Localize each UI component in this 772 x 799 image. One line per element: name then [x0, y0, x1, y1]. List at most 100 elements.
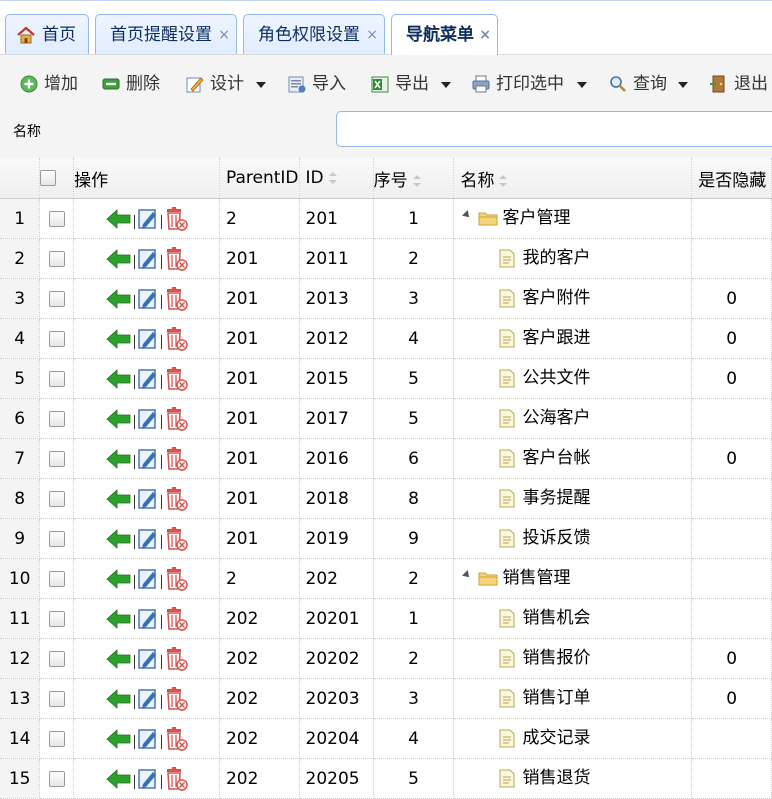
name-column-header[interactable]: 名称: [453, 158, 693, 199]
edit-icon[interactable]: [137, 247, 159, 271]
row-checkbox[interactable]: [48, 690, 65, 707]
select-all-checkbox[interactable]: [40, 170, 57, 186]
parentid-cell: 201: [219, 238, 300, 279]
move-up-arrow-icon[interactable]: [105, 447, 132, 471]
row-checkbox[interactable]: [48, 490, 65, 507]
edit-icon[interactable]: [137, 207, 159, 231]
delete-trash-icon[interactable]: [164, 766, 188, 792]
table-row[interactable]: 14 202 20204 4 成交记录: [0, 718, 772, 759]
table-row[interactable]: 2 201 2011 2 我的客户: [0, 238, 772, 279]
tree-collapse-toggle-icon[interactable]: [462, 570, 473, 580]
move-up-arrow-icon[interactable]: [105, 407, 132, 431]
move-up-arrow-icon[interactable]: [105, 487, 132, 511]
id-column-header[interactable]: ID: [299, 158, 374, 199]
edit-icon[interactable]: [137, 687, 159, 711]
file-icon: [499, 289, 515, 308]
edit-icon[interactable]: [137, 367, 159, 391]
chevron-down-icon[interactable]: [256, 82, 266, 88]
move-up-arrow-icon[interactable]: [105, 607, 132, 631]
delete-trash-icon[interactable]: [164, 566, 188, 592]
table-row[interactable]: 4 201 2012 4 客户跟进 0: [0, 318, 772, 359]
table-row[interactable]: 10 2 202 2 销售管理: [0, 558, 772, 599]
chevron-down-icon[interactable]: [678, 82, 688, 88]
row-checkbox[interactable]: [48, 730, 65, 747]
tab-role-permission[interactable]: 角色权限设置 ×: [243, 14, 385, 54]
delete-trash-icon[interactable]: [164, 366, 188, 392]
row-checkbox[interactable]: [48, 610, 65, 627]
delete-trash-icon[interactable]: [164, 446, 188, 472]
table-row[interactable]: 11 202 20201 1 销售机会: [0, 598, 772, 639]
table-row[interactable]: 6 201 2017 5 公海客户: [0, 398, 772, 439]
row-checkbox[interactable]: [48, 290, 65, 307]
delete-trash-icon[interactable]: [164, 726, 188, 752]
delete-trash-icon[interactable]: [164, 606, 188, 632]
delete-trash-icon[interactable]: [164, 406, 188, 432]
edit-icon[interactable]: [137, 607, 159, 631]
table-row[interactable]: 8 201 2018 8 事务提醒: [0, 478, 772, 519]
move-up-arrow-icon[interactable]: [105, 207, 132, 231]
edit-icon[interactable]: [137, 527, 159, 551]
move-up-arrow-icon[interactable]: [105, 767, 132, 791]
edit-icon[interactable]: [137, 487, 159, 511]
row-checkbox[interactable]: [48, 210, 65, 227]
delete-trash-icon[interactable]: [164, 646, 188, 672]
move-up-arrow-icon[interactable]: [105, 687, 132, 711]
delete-trash-icon[interactable]: [164, 686, 188, 712]
table-row[interactable]: 5 201 2015 5 公共文件 0: [0, 358, 772, 399]
delete-trash-icon[interactable]: [164, 286, 188, 312]
edit-icon[interactable]: [137, 327, 159, 351]
table-row[interactable]: 15 202 20205 5 销售退货: [0, 758, 772, 799]
chevron-down-icon[interactable]: [441, 82, 451, 88]
chevron-down-icon[interactable]: [577, 82, 587, 88]
row-checkbox[interactable]: [48, 370, 65, 387]
row-checkbox[interactable]: [48, 330, 65, 347]
edit-icon[interactable]: [137, 567, 159, 591]
edit-icon[interactable]: [137, 287, 159, 311]
table-row[interactable]: 3 201 2013 3 客户附件 0: [0, 278, 772, 319]
table-row[interactable]: 12 202 20202 2 销售报价 0: [0, 638, 772, 679]
edit-icon[interactable]: [137, 727, 159, 751]
move-up-arrow-icon[interactable]: [105, 727, 132, 751]
move-up-arrow-icon[interactable]: [105, 327, 132, 351]
row-checkbox[interactable]: [48, 410, 65, 427]
row-checkbox[interactable]: [48, 530, 65, 547]
row-checkbox[interactable]: [48, 250, 65, 267]
move-up-arrow-icon[interactable]: [105, 567, 132, 591]
move-up-arrow-icon[interactable]: [105, 287, 132, 311]
seq-column-header[interactable]: 序号: [373, 158, 455, 199]
hidden-column-header[interactable]: 是否隐藏: [691, 158, 772, 199]
delete-trash-icon[interactable]: [164, 206, 188, 232]
move-up-arrow-icon[interactable]: [105, 247, 132, 271]
table-row[interactable]: 13 202 20203 3 销售订单 0: [0, 678, 772, 719]
tree-collapse-toggle-icon[interactable]: [462, 210, 473, 220]
search-icon: [610, 76, 626, 92]
edit-icon[interactable]: [137, 647, 159, 671]
delete-trash-icon[interactable]: [164, 526, 188, 552]
edit-icon[interactable]: [137, 407, 159, 431]
row-checkbox[interactable]: [48, 450, 65, 467]
row-checkbox[interactable]: [48, 770, 65, 787]
close-icon[interactable]: ×: [366, 15, 378, 55]
close-icon[interactable]: ×: [218, 15, 230, 55]
search-name-input[interactable]: [336, 111, 772, 147]
tab-home-reminder[interactable]: 首页提醒设置 ×: [95, 14, 237, 54]
move-up-arrow-icon[interactable]: [105, 647, 132, 671]
table-row[interactable]: 1 2 201 1 客户管理: [0, 198, 772, 239]
tab-home[interactable]: 首页: [5, 14, 89, 54]
row-checkbox[interactable]: [48, 570, 65, 587]
tab-nav-menu[interactable]: 导航菜单 ×: [391, 14, 498, 55]
parentid-column-header[interactable]: ParentID: [219, 158, 300, 199]
close-icon[interactable]: ×: [479, 15, 491, 55]
table-row[interactable]: 7 201 2016 6 客户台帐 0: [0, 438, 772, 479]
edit-icon[interactable]: [137, 447, 159, 471]
row-checkbox[interactable]: [48, 650, 65, 667]
delete-trash-icon[interactable]: [164, 246, 188, 272]
delete-trash-icon[interactable]: [164, 326, 188, 352]
move-up-arrow-icon[interactable]: [105, 527, 132, 551]
table-row[interactable]: 9 201 2019 9 投诉反馈: [0, 518, 772, 559]
edit-icon[interactable]: [137, 767, 159, 791]
seq-cell: 5: [373, 758, 455, 799]
hidden-cell: [691, 198, 772, 239]
delete-trash-icon[interactable]: [164, 486, 188, 512]
move-up-arrow-icon[interactable]: [105, 367, 132, 391]
